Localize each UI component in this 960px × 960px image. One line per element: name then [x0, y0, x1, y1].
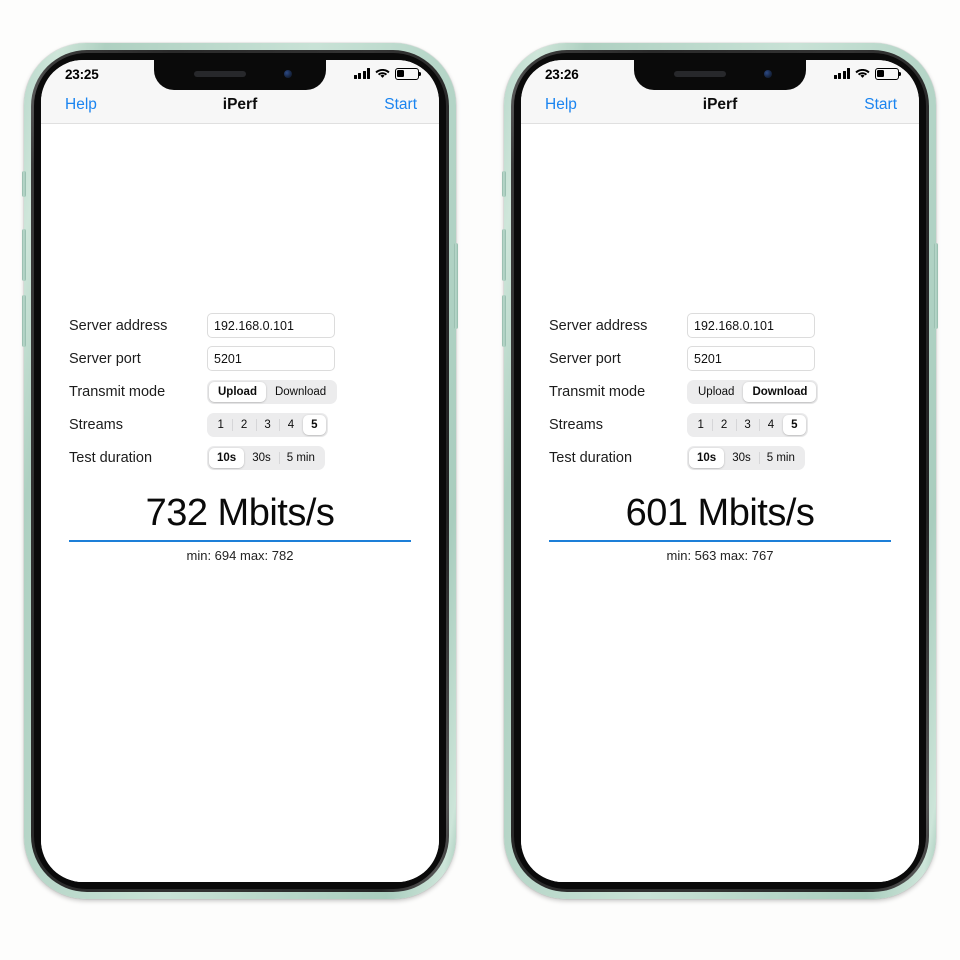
app-content: Server address Server port Transmit mode — [521, 124, 919, 882]
app-content: Server address Server port Transmit mode — [41, 124, 439, 882]
row-test-duration: Test duration 10s 30s 5 min — [549, 441, 891, 474]
server-address-input[interactable] — [687, 313, 815, 338]
phone-screen-right: 23:26 Help iPerf Start Server address 19… — [521, 60, 919, 882]
segment-duration-10s[interactable]: 10s — [209, 447, 245, 468]
volume-down-button[interactable] — [22, 295, 26, 347]
row-server-address: Server address — [69, 309, 411, 342]
wifi-icon — [375, 68, 390, 79]
result-panel: 732 Mbits/s min: 694 max: 782 — [69, 492, 411, 563]
phone-screen-left: 23:25 Help iPerf Start Server address 19… — [41, 60, 439, 882]
mute-switch-button[interactable] — [22, 171, 26, 197]
volume-down-button[interactable] — [502, 295, 506, 347]
row-server-address: Server address — [549, 309, 891, 342]
segment-duration-5min[interactable]: 5 min — [758, 448, 803, 468]
transmit-mode-label: Transmit mode — [549, 383, 646, 400]
segment-duration-30s[interactable]: 30s — [244, 448, 279, 468]
segment-upload[interactable]: Upload — [209, 381, 266, 402]
navigation-bar: Help iPerf Start — [41, 90, 439, 124]
row-server-port: Server port — [69, 342, 411, 375]
battery-icon — [875, 68, 902, 80]
server-port-label: Server port — [549, 350, 621, 367]
notch — [634, 60, 806, 90]
segment-upload[interactable]: Upload — [689, 382, 743, 402]
transmit-mode-segmented-control[interactable]: Upload Download — [687, 379, 819, 404]
status-bar-indicators — [353, 68, 422, 80]
cellular-signal-icon — [833, 68, 850, 80]
segment-duration-10s[interactable]: 10s — [689, 447, 725, 468]
throughput-min-max: min: 563 max: 767 — [666, 547, 774, 563]
notch — [154, 60, 326, 90]
segment-streams-4[interactable]: 4 — [279, 415, 302, 435]
power-button[interactable] — [454, 243, 458, 329]
segment-streams-4[interactable]: 4 — [759, 415, 782, 435]
row-test-duration: Test duration 10s 30s 5 min — [69, 441, 411, 474]
throughput-value: 732 Mbits/s — [145, 492, 335, 534]
row-streams: Streams 1 2 3 4 5 — [549, 408, 891, 441]
volume-up-button[interactable] — [22, 229, 26, 281]
streams-label: Streams — [69, 416, 123, 433]
segment-streams-2[interactable]: 2 — [232, 415, 255, 435]
streams-segmented-control[interactable]: 1 2 3 4 5 — [207, 412, 329, 437]
front-camera-icon — [284, 70, 292, 78]
throughput-value: 601 Mbits/s — [625, 492, 815, 534]
transmit-mode-label: Transmit mode — [69, 383, 166, 400]
navigation-bar: Help iPerf Start — [521, 90, 919, 124]
wifi-icon — [855, 68, 870, 79]
start-button[interactable]: Start — [864, 96, 897, 114]
status-bar-clock: 23:25 — [65, 67, 99, 82]
app-title: iPerf — [222, 96, 258, 113]
battery-icon — [395, 68, 422, 80]
power-button[interactable] — [934, 243, 938, 329]
segment-streams-1[interactable]: 1 — [689, 415, 712, 435]
test-duration-label: Test duration — [549, 449, 633, 466]
phone-device-right: 23:26 Help iPerf Start Server address 19… — [502, 43, 938, 899]
server-port-input[interactable] — [687, 346, 815, 371]
segment-streams-5[interactable]: 5 — [782, 414, 807, 435]
transmit-mode-segmented-control[interactable]: Upload Download — [207, 379, 338, 404]
server-port-input[interactable] — [207, 346, 335, 371]
test-duration-label: Test duration — [69, 449, 153, 466]
screenshot-stage: 23:25 Help iPerf Start Server address 19… — [0, 0, 960, 960]
test-duration-segmented-control[interactable]: 10s 30s 5 min — [687, 445, 805, 470]
segment-streams-5[interactable]: 5 — [302, 414, 327, 435]
settings-form: Server address Server port Transmit mode — [549, 309, 891, 474]
segment-streams-2[interactable]: 2 — [712, 415, 735, 435]
mute-switch-button[interactable] — [502, 171, 506, 197]
segment-streams-1[interactable]: 1 — [209, 415, 232, 435]
server-port-label: Server port — [69, 350, 141, 367]
segment-duration-5min[interactable]: 5 min — [278, 448, 323, 468]
phone-device-left: 23:25 Help iPerf Start Server address 19… — [22, 43, 458, 899]
speaker-grille-icon — [674, 71, 726, 77]
segment-download[interactable]: Download — [743, 381, 817, 402]
streams-label: Streams — [549, 416, 603, 433]
segment-download[interactable]: Download — [266, 382, 335, 402]
settings-form: Server address Server port Transmit mode — [69, 309, 411, 474]
result-divider — [69, 539, 411, 542]
segment-streams-3[interactable]: 3 — [255, 415, 279, 435]
server-address-label: Server address — [69, 317, 168, 334]
segment-duration-30s[interactable]: 30s — [724, 448, 759, 468]
speaker-grille-icon — [194, 71, 246, 77]
result-divider — [549, 539, 891, 542]
start-button[interactable]: Start — [384, 96, 417, 114]
row-server-port: Server port — [549, 342, 891, 375]
result-panel: 601 Mbits/s min: 563 max: 767 — [549, 492, 891, 563]
front-camera-icon — [764, 70, 772, 78]
server-address-input[interactable] — [207, 313, 335, 338]
status-bar-clock: 23:26 — [545, 67, 579, 82]
streams-segmented-control[interactable]: 1 2 3 4 5 — [687, 412, 809, 437]
segment-streams-3[interactable]: 3 — [735, 415, 759, 435]
app-title: iPerf — [702, 96, 738, 113]
row-streams: Streams 1 2 3 4 5 — [69, 408, 411, 441]
test-duration-segmented-control[interactable]: 10s 30s 5 min — [207, 445, 325, 470]
row-transmit-mode: Transmit mode Upload Download — [549, 375, 891, 408]
row-transmit-mode: Transmit mode Upload Download — [69, 375, 411, 408]
throughput-min-max: min: 694 max: 782 — [186, 547, 294, 563]
status-bar-indicators — [833, 68, 902, 80]
volume-up-button[interactable] — [502, 229, 506, 281]
cellular-signal-icon — [353, 68, 370, 80]
server-address-label: Server address — [549, 317, 648, 334]
